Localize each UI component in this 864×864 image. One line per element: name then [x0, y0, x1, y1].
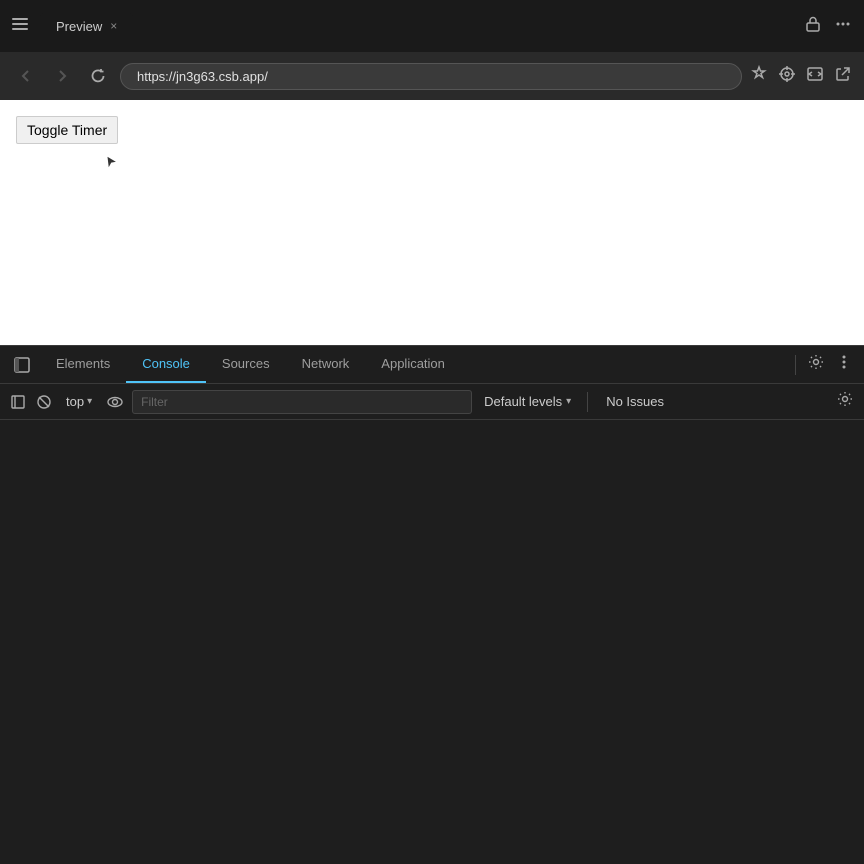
browser-titlebar: Preview ×: [0, 0, 864, 52]
tab-elements[interactable]: Elements: [40, 346, 126, 383]
tab-title: Preview: [56, 19, 102, 34]
clear-console-button[interactable]: [34, 392, 54, 412]
browser-navbar: https://jn3g63.csb.app/: [0, 52, 864, 100]
more-options-icon[interactable]: [834, 15, 852, 38]
devtools-panel: Elements Console Sources Network Applica…: [0, 345, 864, 864]
default-levels-arrow-icon: ▾: [566, 396, 571, 407]
console-output: [0, 420, 864, 864]
forward-button[interactable]: [48, 62, 76, 90]
console-sidebar-button[interactable]: [8, 392, 28, 412]
tab-sources[interactable]: Sources: [206, 346, 286, 383]
eye-filter-button[interactable]: [104, 391, 126, 413]
context-selector[interactable]: top ▾: [60, 391, 98, 412]
default-levels-button[interactable]: Default levels ▾: [478, 391, 577, 412]
tab-network[interactable]: Network: [286, 346, 366, 383]
reload-button[interactable]: [84, 62, 112, 90]
pin-icon[interactable]: [750, 65, 768, 88]
titlebar-right: [804, 15, 852, 38]
navbar-right: [750, 65, 852, 88]
lock-icon[interactable]: [804, 15, 822, 38]
tab-console[interactable]: Console: [126, 346, 206, 383]
target-icon[interactable]: [778, 65, 796, 88]
default-levels-label: Default levels: [484, 394, 562, 409]
url-text: https://jn3g63.csb.app/: [137, 69, 268, 84]
context-arrow-icon: ▾: [87, 396, 92, 407]
address-bar[interactable]: https://jn3g63.csb.app/: [120, 63, 742, 90]
no-issues-label: No Issues: [606, 394, 664, 409]
devtools-settings-icon[interactable]: [804, 350, 828, 379]
devtools-tabbar: Elements Console Sources Network Applica…: [0, 346, 864, 384]
menu-icon[interactable]: [12, 16, 28, 37]
back-button[interactable]: [12, 62, 40, 90]
cursor: [106, 155, 118, 173]
filter-input[interactable]: [132, 390, 472, 414]
tab-close-icon[interactable]: ×: [110, 19, 117, 33]
code-preview-icon[interactable]: [806, 65, 824, 88]
separator: [795, 355, 796, 375]
devtools-more-icon[interactable]: [832, 350, 856, 379]
no-issues-badge[interactable]: No Issues: [598, 391, 672, 412]
page-content: Toggle Timer: [0, 100, 864, 345]
preview-tab[interactable]: Preview ×: [40, 13, 133, 40]
tab-application[interactable]: Application: [365, 346, 461, 383]
console-toolbar: top ▾ Default levels ▾ No Issues: [0, 384, 864, 420]
devtools-tabbar-right: [791, 346, 864, 383]
external-link-icon[interactable]: [834, 65, 852, 88]
context-label: top: [66, 394, 84, 409]
console-settings-icon[interactable]: [834, 388, 856, 415]
separator: [587, 392, 588, 412]
devtools-toggle-icon[interactable]: [4, 346, 40, 383]
toggle-timer-button[interactable]: Toggle Timer: [16, 116, 118, 144]
